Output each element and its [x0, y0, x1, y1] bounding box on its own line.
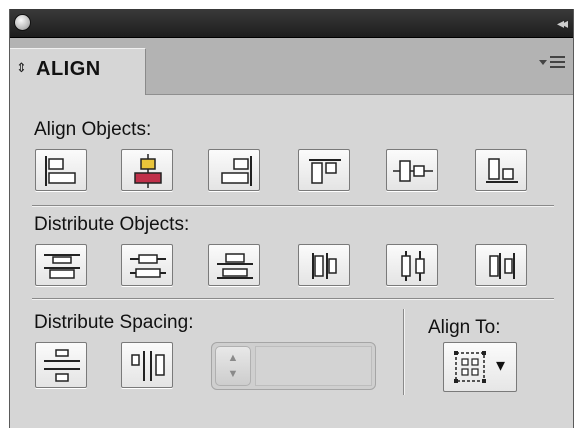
distribute-vertical-center-button[interactable]: [121, 244, 173, 286]
distribute-left-icon: [312, 253, 337, 279]
section-divider: [32, 205, 554, 206]
distribute-top-button[interactable]: [35, 244, 87, 286]
tab-label: ALIGN: [36, 58, 101, 80]
distribute-vertical-space-icon: [44, 349, 80, 382]
distribute-horizontal-center-button[interactable]: [386, 244, 438, 286]
distribute-bottom-button[interactable]: [208, 244, 260, 286]
spacing-stepper[interactable]: ▲ ▼: [211, 342, 376, 390]
align-left-icon: [45, 156, 76, 186]
align-panel: ◂◂ ⇕ ALIGN Align Objects: Distribute Obj…: [9, 9, 574, 428]
align-bottom-icon: [486, 158, 518, 183]
stepper-up-icon[interactable]: ▲: [216, 350, 250, 366]
distribute-objects-label: Distribute Objects:: [34, 214, 190, 235]
align-left-button[interactable]: [35, 149, 87, 191]
align-horizontal-center-icon: [134, 154, 162, 188]
align-top-button[interactable]: [298, 149, 350, 191]
align-top-icon: [309, 159, 341, 184]
section-divider: [32, 298, 554, 299]
align-bottom-button[interactable]: [475, 149, 527, 191]
panel-tabstrip: ⇕ ALIGN: [10, 38, 573, 95]
distribute-horizontal-space-icon: [131, 351, 165, 381]
tab-align[interactable]: ⇕ ALIGN: [10, 48, 146, 95]
distribute-horizontal-center-icon: [401, 251, 425, 281]
align-to-divider: [403, 309, 404, 395]
distribute-left-button[interactable]: [298, 244, 350, 286]
distribute-vertical-center-icon: [130, 254, 166, 278]
align-to-selection-icon: [454, 351, 486, 383]
align-right-icon: [221, 156, 252, 186]
panel-menu-icon[interactable]: [537, 53, 567, 73]
align-horizontal-center-button[interactable]: [121, 149, 173, 191]
distribute-top-icon: [44, 254, 80, 279]
distribute-vertical-space-button[interactable]: [35, 342, 87, 388]
spacing-stepper-arrows[interactable]: ▲ ▼: [215, 346, 251, 386]
align-vertical-center-icon: [393, 160, 433, 182]
distribute-spacing-label: Distribute Spacing:: [34, 312, 194, 333]
distribute-right-button[interactable]: [475, 244, 527, 286]
align-right-button[interactable]: [208, 149, 260, 191]
stepper-down-icon[interactable]: ▼: [216, 366, 250, 382]
align-to-dropdown[interactable]: ▾: [443, 342, 517, 392]
close-button[interactable]: [15, 15, 30, 30]
align-vertical-center-button[interactable]: [386, 149, 438, 191]
collapse-icon[interactable]: ◂◂: [557, 14, 568, 32]
spacing-input[interactable]: [255, 346, 372, 386]
distribute-bottom-icon: [217, 253, 253, 279]
align-to-label: Align To:: [428, 317, 501, 338]
panel-titlebar[interactable]: ◂◂: [10, 9, 573, 38]
distribute-right-icon: [489, 253, 515, 279]
distribute-horizontal-space-button[interactable]: [121, 342, 173, 388]
chevron-down-icon[interactable]: ▾: [496, 355, 505, 376]
align-objects-label: Align Objects:: [34, 119, 152, 140]
tab-expand-icon[interactable]: ⇕: [16, 60, 27, 76]
